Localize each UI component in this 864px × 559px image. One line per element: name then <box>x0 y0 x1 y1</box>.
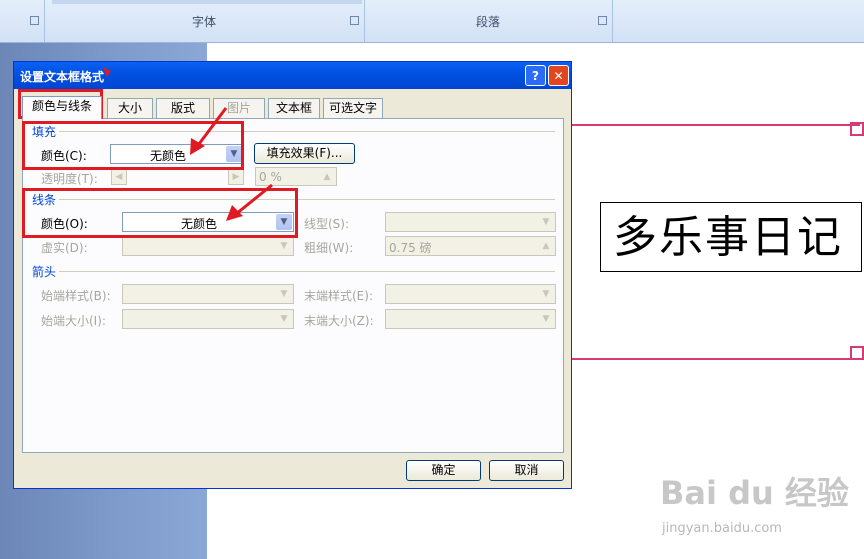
fill-color-dropdown[interactable]: 无颜色 ▼ <box>110 144 244 164</box>
end-size-label: 末端大小(Z): <box>304 314 374 328</box>
fill-color-label: 颜色(C): <box>41 149 87 163</box>
ribbon-group-clipboard <box>0 0 45 42</box>
ribbon-group-paragraph: 段落 <box>364 0 613 42</box>
line-section-title: 线条 <box>32 193 57 207</box>
begin-size-dropdown: ▼ <box>122 309 294 329</box>
ribbon-group-font: 字体 <box>44 0 365 42</box>
help-icon[interactable]: ? <box>525 65 546 86</box>
ribbon-group-font-label: 字体 <box>191 15 216 29</box>
weight-value: 0.75 磅 <box>389 241 432 255</box>
separator <box>59 131 555 132</box>
tab-colors-lines[interactable]: 颜色与线条 <box>22 96 102 119</box>
format-textbox-dialog: 设置文本框格式 ? ✕ 颜色与线条 大小 版式 图片 文本框 可选文字 填充 颜… <box>13 61 572 489</box>
weight-label: 粗细(W): <box>304 241 354 255</box>
watermark-logo: Bai du 经验 <box>660 474 849 512</box>
dash-dropdown: ▼ <box>122 236 294 256</box>
cancel-button[interactable]: 取消 <box>489 460 564 481</box>
dialog-title: 设置文本框格式 <box>20 70 105 84</box>
dash-label: 虚实(D): <box>41 241 88 255</box>
weight-field: 0.75 磅 ▲ <box>385 236 556 256</box>
transparency-field: 0 % ▲ <box>255 167 337 186</box>
transparency-value: 0 % <box>259 170 282 184</box>
end-style-label: 末端样式(E): <box>304 289 373 303</box>
fill-color-value: 无颜色 <box>149 149 186 163</box>
ribbon: 字体 段落 <box>0 0 864 43</box>
tab-alt-text[interactable]: 可选文字 <box>323 98 383 118</box>
slider-left-icon: ◀ <box>111 167 127 185</box>
begin-style-dropdown: ▼ <box>122 284 294 304</box>
chevron-down-icon: ▼ <box>276 311 292 327</box>
tab-picture: 图片 <box>213 98 265 118</box>
watermark-url: jingyan.baidu.com <box>662 521 782 536</box>
tab-textbox[interactable]: 文本框 <box>268 98 320 118</box>
chevron-down-icon[interactable]: ▼ <box>226 146 242 162</box>
end-size-dropdown: ▼ <box>385 309 556 329</box>
frame-corner <box>850 122 864 136</box>
document-title-textbox[interactable]: 多乐事日记 <box>600 202 862 272</box>
arrows-section-title: 箭头 <box>32 265 57 279</box>
close-icon[interactable]: ✕ <box>548 65 569 86</box>
ribbon-group-paragraph-label: 段落 <box>475 15 500 29</box>
tab-size[interactable]: 大小 <box>107 98 153 118</box>
tab-layout[interactable]: 版式 <box>156 98 210 118</box>
transparency-label: 透明度(T): <box>41 172 98 186</box>
chevron-down-icon: ▼ <box>538 286 554 302</box>
chevron-down-icon: ▼ <box>276 286 292 302</box>
separator <box>59 199 555 200</box>
line-color-label: 颜色(O): <box>41 217 88 231</box>
chevron-down-icon: ▼ <box>276 238 292 254</box>
chevron-down-icon: ▼ <box>538 214 554 230</box>
spinner-icon: ▲ <box>319 169 335 185</box>
ok-button[interactable]: 确定 <box>406 460 481 481</box>
fill-effects-button[interactable]: 填充效果(F)... <box>254 143 355 164</box>
font-dialog-launcher-icon[interactable] <box>350 16 359 25</box>
line-color-dropdown[interactable]: 无颜色 ▼ <box>122 212 294 232</box>
chevron-down-icon[interactable]: ▼ <box>276 214 292 230</box>
line-color-value: 无颜色 <box>180 217 217 231</box>
dialog-titlebar[interactable]: 设置文本框格式 ? ✕ <box>14 62 571 89</box>
spinner-icon: ▲ <box>538 238 554 254</box>
end-style-dropdown: ▼ <box>385 284 556 304</box>
paragraph-dialog-launcher-icon[interactable] <box>598 16 607 25</box>
separator <box>59 271 555 272</box>
chevron-down-icon: ▼ <box>538 311 554 327</box>
begin-style-label: 始端样式(B): <box>41 289 111 303</box>
slider-right-icon: ▶ <box>228 167 244 185</box>
frame-corner <box>850 346 864 360</box>
line-style-label: 线型(S): <box>304 217 350 231</box>
begin-size-label: 始端大小(I): <box>41 314 106 328</box>
colors-lines-panel: 填充 颜色(C): 无颜色 ▼ 填充效果(F)... 透明度(T): ◀ ▶ 0… <box>22 118 564 453</box>
fill-section-title: 填充 <box>32 125 57 139</box>
line-style-dropdown: ▼ <box>385 212 556 232</box>
dialog-launcher-icon[interactable] <box>30 16 39 25</box>
